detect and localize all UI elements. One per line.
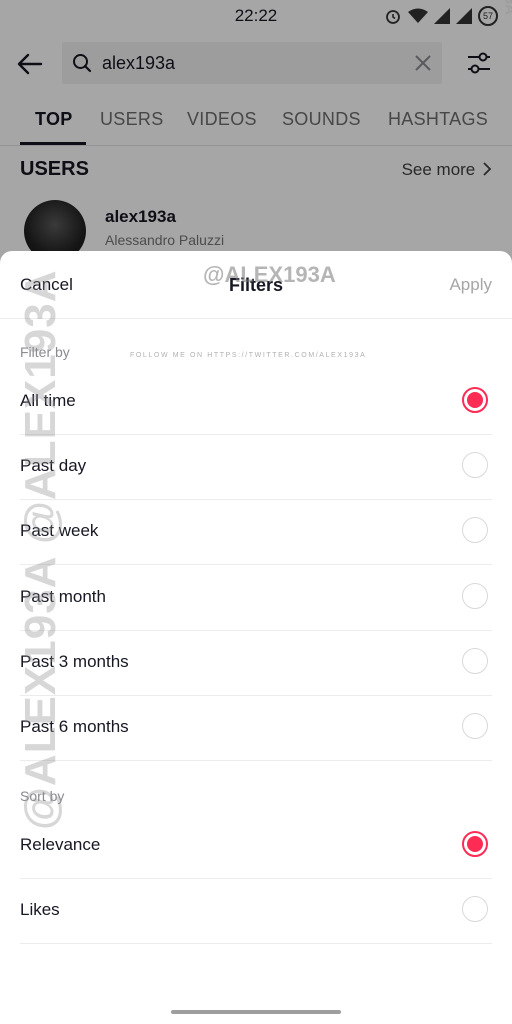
option-label: All time: [20, 391, 76, 410]
option-past-3-months[interactable]: Past 3 months: [20, 630, 492, 696]
option-past-week[interactable]: Past week: [20, 499, 492, 565]
sheet-title: Filters: [228, 275, 284, 295]
option-label: Past month: [20, 587, 106, 606]
apply-button[interactable]: Apply: [449, 275, 492, 295]
radio-unselected[interactable]: [462, 713, 488, 739]
home-indicator[interactable]: [171, 1010, 341, 1014]
option-all-time[interactable]: All time: [20, 369, 492, 435]
filter-by-label: Filter by: [20, 344, 70, 360]
option-past-day[interactable]: Past day: [20, 434, 492, 500]
option-likes[interactable]: Likes: [20, 878, 492, 944]
option-label: Likes: [20, 900, 60, 919]
sort-by-label: Sort by: [20, 788, 65, 804]
option-label: Past day: [20, 456, 87, 475]
radio-selected[interactable]: [462, 831, 488, 857]
option-past-month[interactable]: Past month: [20, 565, 492, 631]
option-label: Past 3 months: [20, 652, 129, 671]
radio-unselected[interactable]: [462, 452, 488, 478]
option-past-6-months[interactable]: Past 6 months: [20, 695, 492, 761]
option-relevance[interactable]: Relevance: [20, 813, 492, 879]
radio-unselected[interactable]: [462, 583, 488, 609]
option-label: Relevance: [20, 835, 101, 854]
radio-unselected[interactable]: [462, 517, 488, 543]
filters-sheet: Cancel Filters Apply Filter by All time …: [0, 251, 512, 1024]
sheet-header: Cancel Filters Apply: [0, 251, 512, 319]
radio-selected[interactable]: [462, 387, 488, 413]
option-label: Past 6 months: [20, 717, 129, 736]
option-label: Past week: [20, 521, 99, 540]
radio-unselected[interactable]: [462, 648, 488, 674]
radio-unselected[interactable]: [462, 896, 488, 922]
